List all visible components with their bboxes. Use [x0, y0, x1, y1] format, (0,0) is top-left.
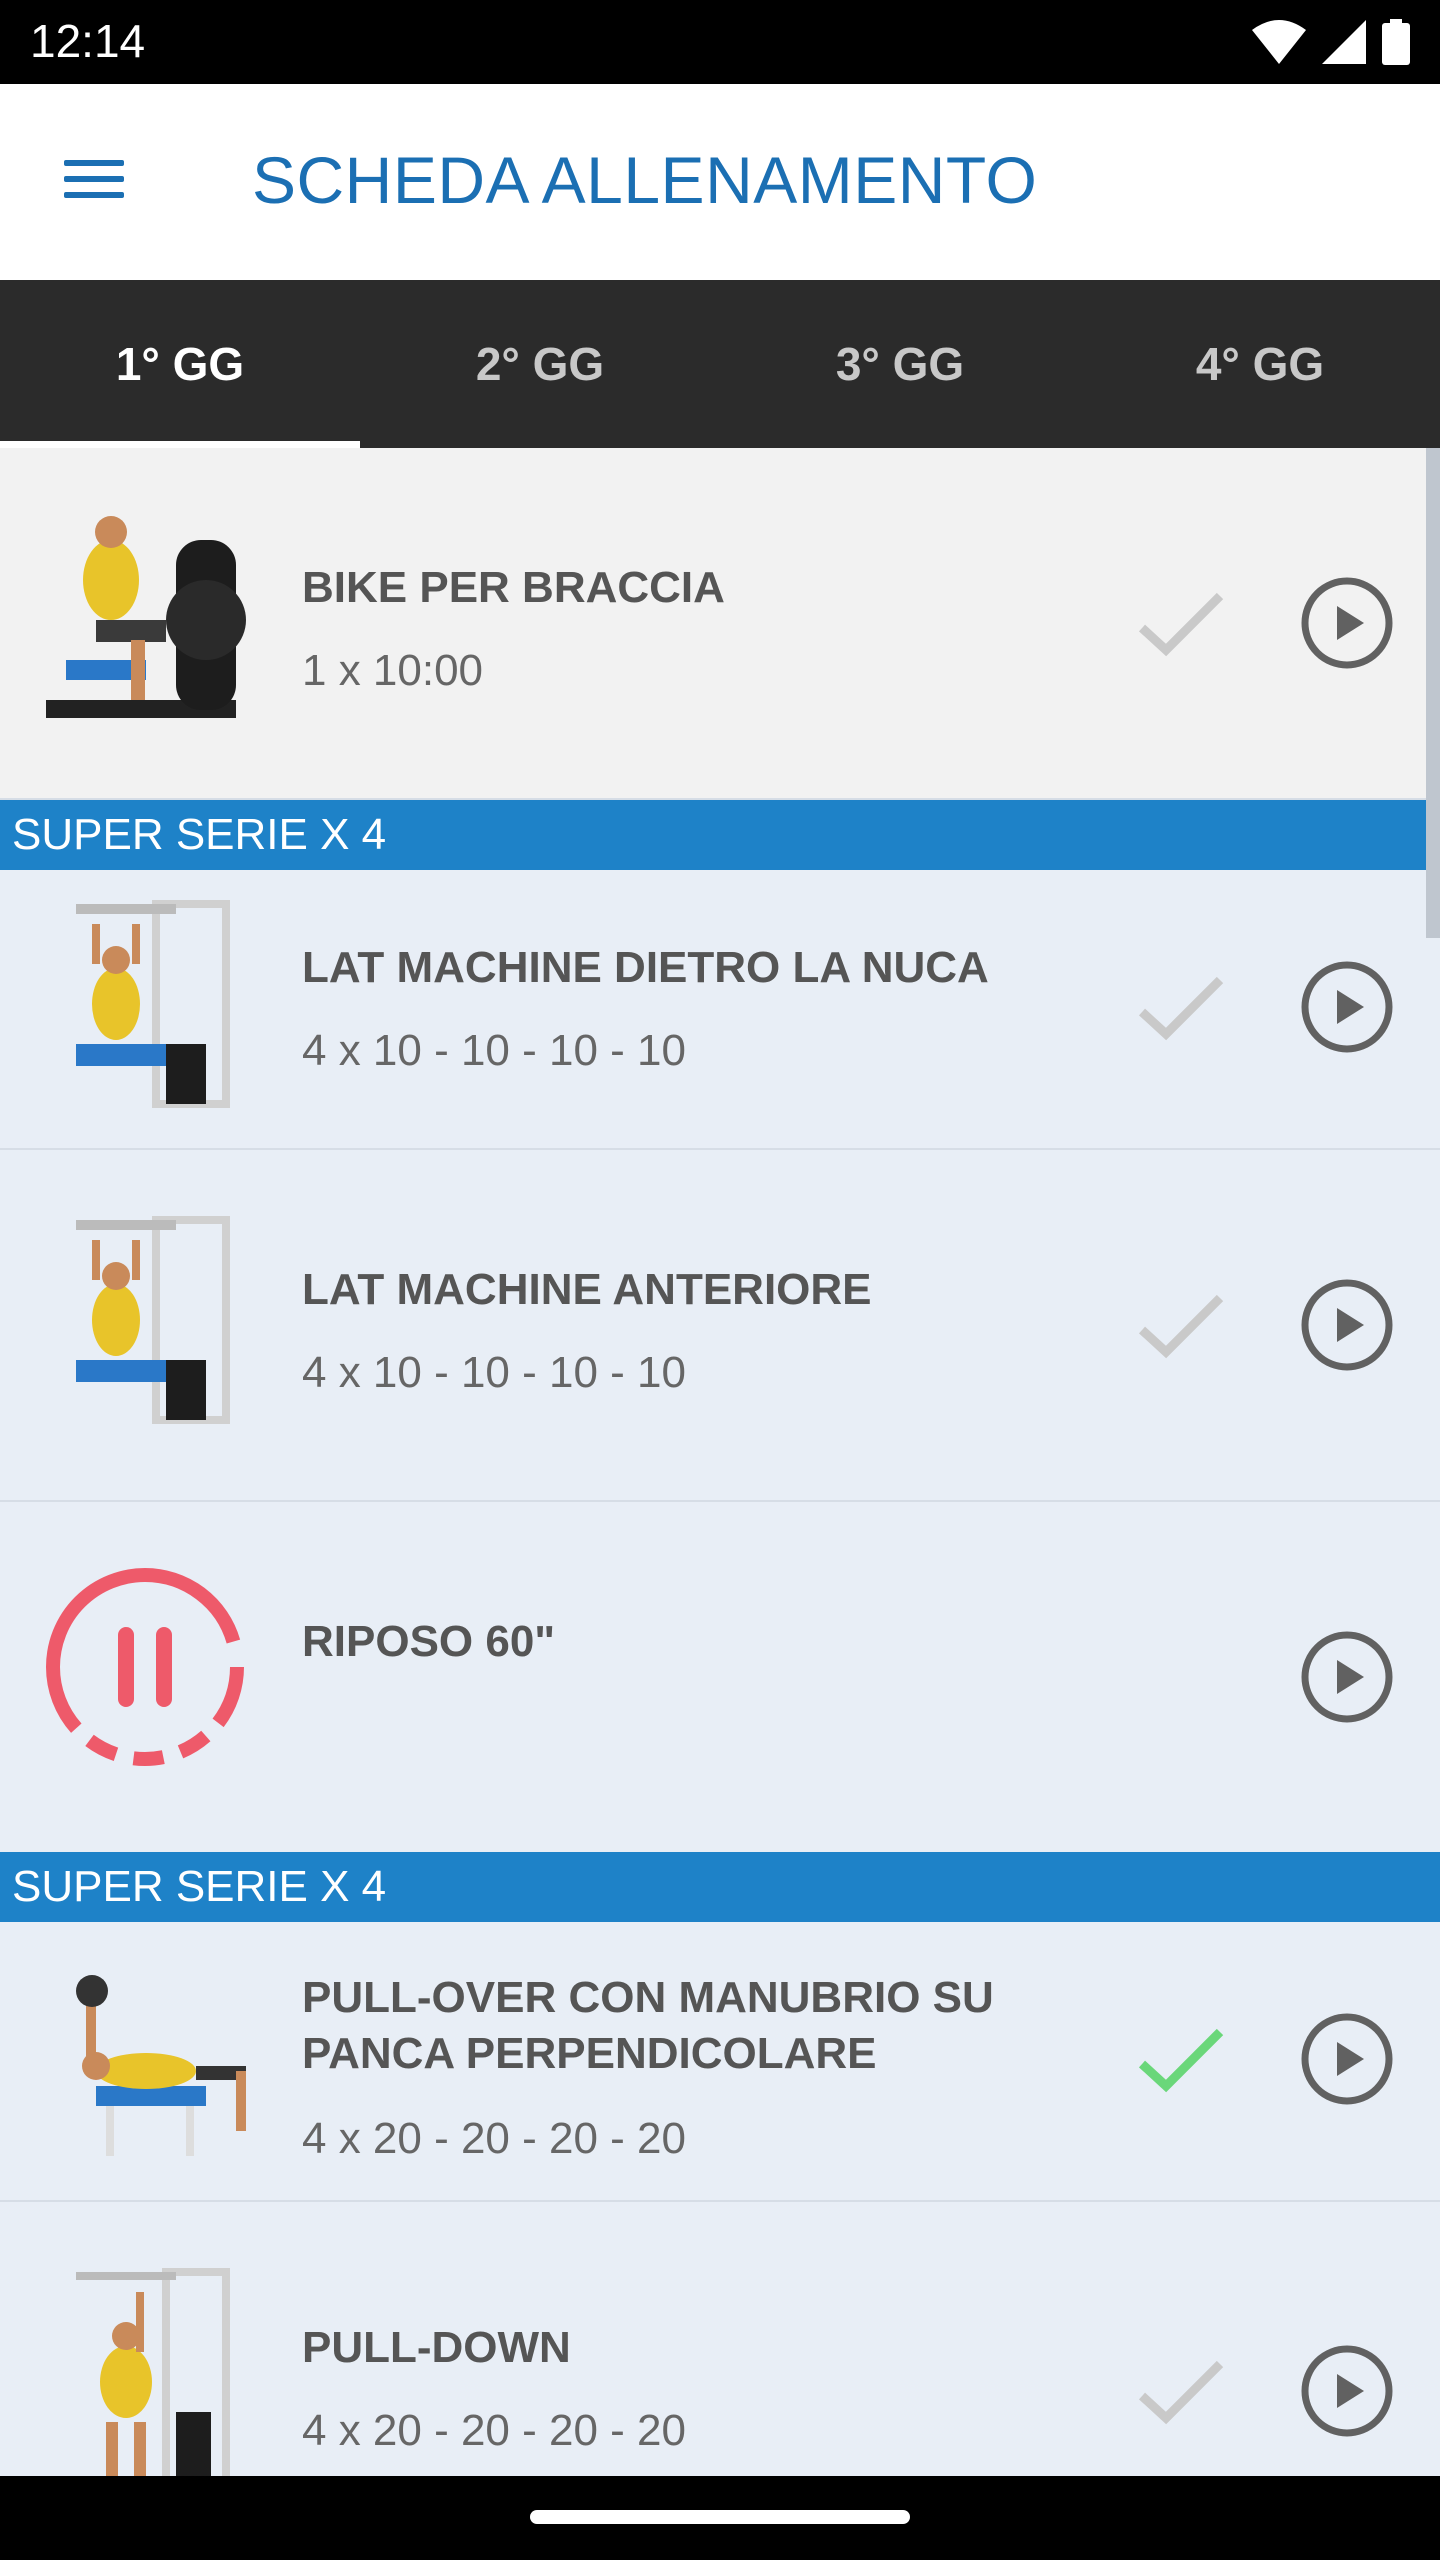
pullover-illustration: [76, 1975, 246, 2156]
exercise-name: RIPOSO 60": [302, 1617, 556, 1666]
play-icon[interactable]: [1300, 576, 1394, 670]
status-time: 12:14: [30, 15, 146, 67]
signal-icon: [1322, 20, 1366, 64]
status-icons: [1252, 18, 1410, 66]
check-icon-done[interactable]: [1136, 2014, 1226, 2104]
status-bar: 12:14: [0, 0, 1440, 84]
day-tabs: 1° GG 2° GG 3° GG 4° GG: [0, 280, 1440, 448]
play-icon[interactable]: [1300, 1278, 1394, 1372]
tab-day-2[interactable]: 2° GG: [360, 280, 720, 448]
exercise-name-line-2: PANCA PERPENDICOLARE: [302, 2029, 877, 2078]
system-nav-bar: [0, 2476, 1440, 2560]
exercise-sets: 1 x 10:00: [302, 646, 484, 695]
section-header: SUPER SERIE X 4: [0, 1852, 1440, 1922]
exercise-row-bike[interactable]: BIKE PER BRACCIA 1 x 10:00: [0, 448, 1440, 800]
tab-day-4[interactable]: 4° GG: [1080, 280, 1440, 448]
tab-day-3[interactable]: 3° GG: [720, 280, 1080, 448]
exercise-sets: 4 x 10 - 10 - 10 - 10: [302, 1026, 686, 1075]
pulldown-illustration: [76, 2268, 230, 2492]
exercise-list: BIKE PER BRACCIA 1 x 10:00 SUPER SERIE X…: [0, 448, 1440, 2502]
exercise-row-pulldown[interactable]: PULL-DOWN 4 x 20 - 20 - 20 - 20: [0, 2202, 1440, 2502]
check-icon[interactable]: [1136, 2346, 1226, 2436]
play-icon[interactable]: [1300, 1630, 1394, 1724]
lat-machine-illustration: [76, 900, 230, 1108]
arm-bike-illustration: [46, 516, 246, 718]
play-icon[interactable]: [1300, 2344, 1394, 2438]
exercise-name-line-1: PULL-OVER CON MANUBRIO SU: [302, 1973, 994, 2022]
exercise-name: BIKE PER BRACCIA: [302, 563, 725, 612]
home-gesture-handle[interactable]: [530, 2510, 910, 2524]
section-header: SUPER SERIE X 4: [0, 800, 1440, 870]
exercise-sets: 4 x 20 - 20 - 20 - 20: [302, 2406, 686, 2455]
exercise-name: LAT MACHINE ANTERIORE: [302, 1265, 872, 1314]
scrollbar[interactable]: [1426, 448, 1440, 938]
battery-icon: [1382, 19, 1410, 65]
exercise-row-pullover[interactable]: PULL-OVER CON MANUBRIO SU PANCA PERPENDI…: [0, 1922, 1440, 2202]
exercise-name: LAT MACHINE DIETRO LA NUCA: [302, 943, 989, 992]
check-icon[interactable]: [1136, 1280, 1226, 1370]
check-icon[interactable]: [1136, 962, 1226, 1052]
exercise-row-lat-anteriore[interactable]: LAT MACHINE ANTERIORE 4 x 10 - 10 - 10 -…: [0, 1150, 1440, 1502]
page-title: SCHEDA ALLENAMENTO: [252, 143, 1038, 217]
exercise-sets: 4 x 20 - 20 - 20 - 20: [302, 2114, 686, 2163]
exercise-sets: 4 x 10 - 10 - 10 - 10: [302, 1348, 686, 1397]
check-icon[interactable]: [1136, 578, 1226, 668]
rest-row[interactable]: RIPOSO 60": [0, 1502, 1440, 1852]
wifi-icon: [1252, 20, 1306, 64]
tab-day-1[interactable]: 1° GG: [0, 280, 360, 448]
rest-pause-icon: [46, 1568, 244, 1766]
play-icon[interactable]: [1300, 960, 1394, 1054]
hamburger-menu-icon[interactable]: [58, 150, 130, 214]
play-icon[interactable]: [1300, 2012, 1394, 2106]
exercise-row-lat-nuca[interactable]: LAT MACHINE DIETRO LA NUCA 4 x 10 - 10 -…: [0, 870, 1440, 1150]
exercise-name: PULL-DOWN: [302, 2323, 571, 2372]
lat-machine-illustration: [76, 1216, 230, 1424]
app-bar: SCHEDA ALLENAMENTO: [0, 84, 1440, 280]
